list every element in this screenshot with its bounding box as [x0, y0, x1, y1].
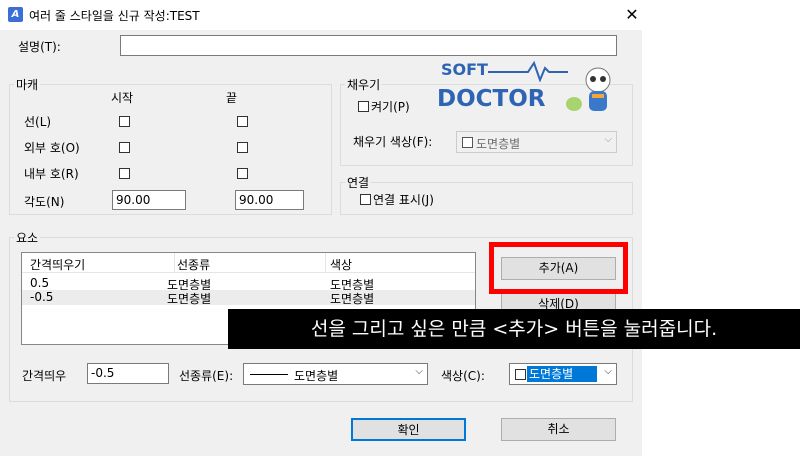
caps-outer-arc-end-checkbox[interactable] [237, 142, 248, 153]
caps-start-header: 시작 [111, 91, 134, 105]
fill-color-select[interactable]: 도면층별 ⌵ [456, 131, 617, 153]
doctor-mascot-icon [566, 67, 611, 111]
table-row[interactable]: 0.5 도면층별 도면층별 [22, 276, 475, 292]
elements-list-header [22, 253, 475, 273]
caps-angle-end-input[interactable]: 90.00 [235, 190, 304, 210]
window-title: 여러 줄 스타일을 신규 작성:TEST [29, 9, 200, 23]
header-linetype[interactable]: 선종류 [177, 256, 210, 273]
table-row[interactable]: -0.5 도면층별 도면층별 [22, 290, 475, 306]
caps-outer-arc-label: 외부 호(O) [24, 141, 80, 155]
joints-display-checkbox[interactable] [360, 194, 371, 205]
color-select[interactable]: 도면층별 ⌵ [509, 363, 617, 385]
caps-inner-arc-label: 내부 호(R) [24, 167, 79, 181]
caps-group-title: 마캐 [14, 76, 41, 93]
caps-end-header: 끝 [226, 91, 238, 105]
chevron-down-icon: ⌵ [415, 366, 423, 377]
caps-outer-arc-start-checkbox[interactable] [119, 142, 130, 153]
linetype-sample-line [250, 374, 288, 375]
chevron-down-icon: ⌵ [604, 366, 612, 377]
caps-inner-arc-end-checkbox[interactable] [237, 168, 248, 179]
linetype-value: 도면층별 [294, 369, 339, 383]
header-divider [174, 253, 175, 272]
outside-area [642, 0, 800, 456]
soft-doctor-logo: SOFT DOCTOR [436, 58, 620, 118]
header-divider [325, 253, 326, 272]
color-swatch [515, 369, 526, 380]
chevron-down-icon: ⌵ [604, 134, 612, 145]
row-offset: 0.5 [30, 276, 50, 290]
header-color[interactable]: 색상 [330, 256, 352, 273]
caps-angle-label: 각도(N) [24, 195, 65, 209]
fill-group-title: 채우기 [345, 76, 383, 93]
caps-angle-start-input[interactable]: 90.00 [112, 190, 186, 210]
linetype-label: 선종류(E): [179, 369, 234, 383]
row-offset: -0.5 [30, 290, 54, 304]
color-value: 도면층별 [527, 366, 597, 382]
description-input[interactable] [120, 35, 617, 56]
add-button-highlight [489, 242, 628, 294]
row-linetype: 도면층별 [167, 292, 212, 306]
caps-line-end-checkbox[interactable] [237, 116, 248, 127]
header-offset[interactable]: 간격띄우기 [30, 256, 85, 273]
app-icon: A [8, 7, 23, 22]
logo-top-text: SOFT [441, 60, 488, 79]
tutorial-caption: 선을 그리고 싶은 만큼 <추가> 버튼을 눌러줍니다. [228, 309, 800, 349]
ok-button[interactable]: 확인 [351, 418, 466, 441]
joints-display-label: 연결 표시(J) [373, 193, 434, 207]
fill-on-checkbox[interactable] [358, 101, 369, 112]
caps-line-label: 선(L) [24, 115, 52, 129]
fill-color-label: 채우기 색상(F): [353, 135, 433, 149]
fill-color-value: 도면층별 [476, 137, 521, 151]
description-label: 설명(T): [18, 40, 61, 54]
fill-on-label: 켜기(P) [371, 100, 410, 114]
row-color: 도면층별 [330, 292, 375, 306]
cancel-button[interactable]: 취소 [501, 418, 616, 441]
offset-input[interactable]: -0.5 [87, 363, 169, 384]
caps-line-start-checkbox[interactable] [119, 116, 130, 127]
heartbeat-line-icon [488, 60, 568, 82]
offset-label: 간격띄우 [22, 369, 67, 383]
fill-color-swatch [462, 137, 473, 148]
elements-group-title: 요소 [14, 229, 41, 246]
linetype-select[interactable]: 도면층별 ⌵ [243, 363, 428, 385]
logo-bottom-text: DOCTOR [437, 86, 546, 112]
caps-inner-arc-start-checkbox[interactable] [119, 168, 130, 179]
color-label: 색상(C): [441, 369, 485, 383]
joints-group-title: 연결 [345, 174, 372, 191]
